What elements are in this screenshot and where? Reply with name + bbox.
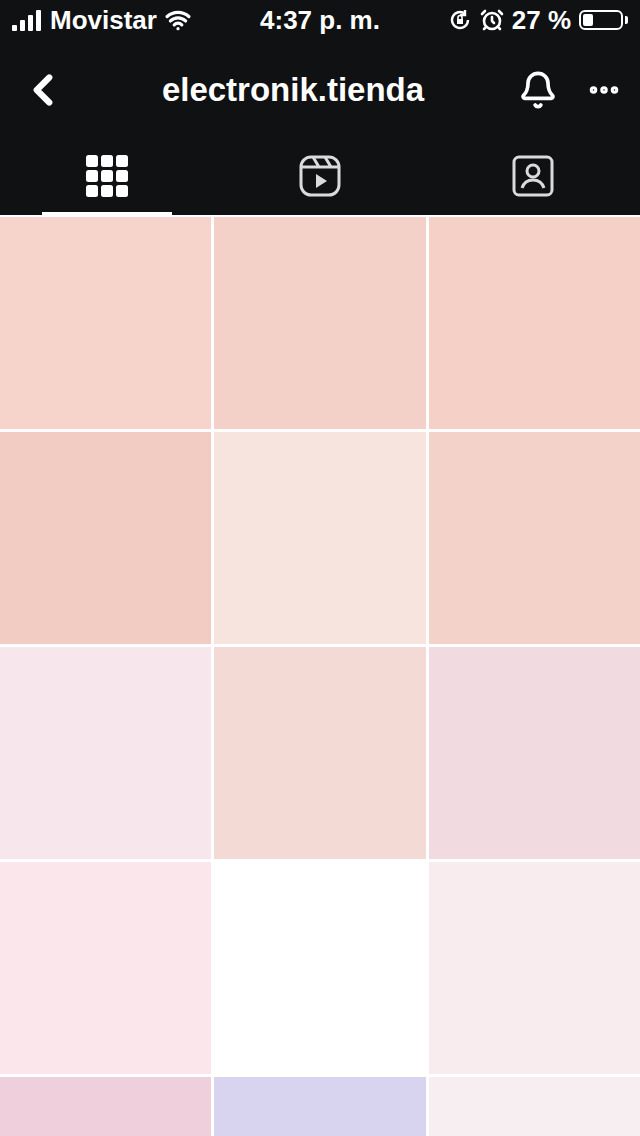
grid-icon [86,155,128,197]
post-tile[interactable] [429,862,640,1074]
profile-tab[interactable] [213,140,426,215]
tagged-icon [511,154,555,198]
username: electronik.tienda [82,71,504,109]
post-tile[interactable] [0,647,211,859]
battery-icon [579,10,623,30]
signal-icon [12,9,42,31]
wifi-icon [165,7,191,33]
post-tile[interactable] [0,1077,211,1136]
more-icon[interactable] [586,72,622,108]
post-tile[interactable] [214,862,425,1074]
post-tile[interactable] [429,432,640,644]
post-tile[interactable] [214,217,425,429]
tab-indicator [255,212,385,215]
profile-tabs [0,140,640,215]
post-tile[interactable] [214,432,425,644]
tab-indicator [468,212,598,215]
bell-icon[interactable] [518,70,558,110]
battery-text: 27 % [512,5,571,36]
post-tile[interactable] [0,217,211,429]
post-tile[interactable] [0,862,211,1074]
rotation-lock-icon [448,8,472,32]
top-bar: Movistar 4:37 p. m. 27 % electronik.tienda [0,0,640,215]
post-tile[interactable] [214,1077,425,1136]
profile-screen: Movistar 4:37 p. m. 27 % electronik.tienda [0,0,640,1136]
profile-tab[interactable] [427,140,640,215]
clock: 4:37 p. m. [260,5,380,36]
post-tile[interactable] [214,647,425,859]
post-tile[interactable] [429,1077,640,1136]
post-tile[interactable] [429,647,640,859]
carrier: Movistar [50,5,157,36]
back-icon[interactable] [18,65,68,115]
alarm-icon [480,8,504,32]
reels-icon [298,154,342,198]
profile-tab[interactable] [0,140,213,215]
status-bar: Movistar 4:37 p. m. 27 % [0,0,640,40]
post-tile[interactable] [0,432,211,644]
post-tile[interactable] [429,217,640,429]
post-grid [0,215,640,1136]
profile-header: electronik.tienda [0,40,640,140]
